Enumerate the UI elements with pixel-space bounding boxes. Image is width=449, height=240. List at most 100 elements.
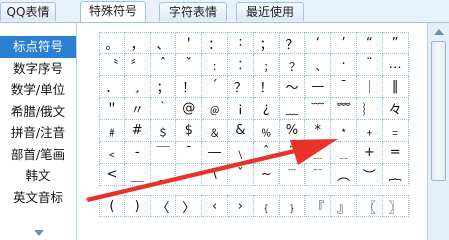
symbol-cell[interactable]: “ [356, 32, 383, 54]
symbol-cell[interactable]: ﹏ [279, 98, 306, 120]
scrollbar-thumb[interactable] [431, 41, 446, 181]
symbol-cell[interactable]: ˜ [279, 142, 306, 164]
symbol-cell[interactable]: 、 [150, 32, 177, 54]
sidebar-item-number-sequence[interactable]: 数字序号 [0, 58, 76, 80]
symbol-cell[interactable]: ¿ [253, 98, 280, 120]
symbol-cell[interactable]: ¨ [356, 54, 383, 76]
symbol-cell[interactable]: ︴ [356, 98, 383, 120]
symbol-cell[interactable]: 〉 [176, 195, 203, 217]
symbol-cell[interactable]: ¡ [227, 98, 254, 120]
symbol-cell[interactable]: < [99, 164, 125, 186]
symbol-cell[interactable]: & [227, 120, 254, 142]
symbol-cell[interactable]: _ [150, 164, 177, 186]
symbol-cell[interactable]: ︷ [382, 164, 409, 186]
symbol-cell[interactable]: ¯ [176, 142, 203, 164]
symbol-cell[interactable]: ︰ [227, 54, 254, 76]
symbol-cell[interactable]: ( [99, 195, 125, 217]
symbol-cell[interactable]: › [227, 195, 254, 217]
symbol-cell[interactable]: ﹖ [279, 54, 306, 76]
symbol-cell[interactable]: ˆ [253, 142, 280, 164]
symbol-cell[interactable]: ＿ [124, 164, 151, 186]
symbol-cell[interactable]: 『 [305, 195, 332, 217]
symbol-cell[interactable]: ‖ [382, 76, 409, 98]
symbol-cell[interactable]: ﹫ [202, 98, 228, 120]
symbol-cell[interactable]: ﹑ [305, 54, 332, 76]
symbol-cell[interactable]: ： [202, 32, 228, 54]
scroll-up-icon[interactable] [431, 27, 446, 37]
symbol-cell[interactable]: ﹛ [253, 195, 280, 217]
symbol-cell[interactable]: ” [382, 32, 409, 54]
symbol-cell[interactable]: ； [150, 76, 177, 98]
symbol-cell[interactable]: ！ [253, 76, 280, 98]
sidebar-item-greek-russian[interactable]: 希腊/俄文 [0, 101, 76, 123]
symbol-cell[interactable]: ‐ [124, 142, 151, 164]
symbol-cell[interactable]: $ [176, 120, 203, 142]
symbol-cell[interactable]: ~ [253, 164, 280, 186]
symbol-cell[interactable]: + [356, 142, 383, 164]
symbol-cell[interactable]: ﹕ [202, 54, 228, 76]
symbol-cell[interactable]: ？ [227, 76, 254, 98]
symbol-cell[interactable]: ˉ [331, 76, 357, 98]
vertical-scrollbar[interactable] [427, 23, 449, 240]
sidebar-item-pinyin-zhuyin[interactable]: 拼音/注音 [0, 122, 76, 144]
symbol-cell[interactable]: 。 [99, 32, 125, 54]
tab-special-symbols[interactable]: 特殊符号 [80, 1, 146, 22]
symbol-cell[interactable]: — [305, 76, 332, 98]
symbol-cell[interactable]: ˇ [176, 54, 203, 76]
symbol-cell[interactable]: ∶ [227, 32, 254, 54]
symbol-cell[interactable]: ｜ [356, 76, 383, 98]
symbol-cell[interactable]: ¸ [124, 76, 151, 98]
symbol-cell[interactable]: % [279, 120, 306, 142]
symbol-cell[interactable]: ﹦ [382, 120, 409, 142]
symbol-cell[interactable]: 〃 [124, 98, 151, 120]
symbol-cell[interactable]: ︵ [331, 164, 357, 186]
symbol-cell[interactable]: 〈 [150, 195, 177, 217]
symbol-cell[interactable]: ˆ [150, 54, 177, 76]
symbol-cell[interactable]: 〝 [99, 54, 125, 76]
symbol-cell[interactable]: ＇ [176, 32, 203, 54]
symbol-cell[interactable]: ＂ [99, 98, 125, 120]
symbol-cell[interactable]: ´ [202, 76, 228, 98]
symbol-cell[interactable]: 〖 [356, 195, 383, 217]
symbol-cell[interactable]: ～ [279, 76, 306, 98]
sidebar-scroll-down-icon[interactable] [34, 230, 44, 236]
symbol-cell[interactable]: ﹎ [331, 142, 357, 164]
symbol-cell[interactable]: 〗 [382, 195, 409, 217]
symbol-cell[interactable]: ﹉ [279, 164, 306, 186]
tab-qq-emoji[interactable]: QQ表情 [0, 2, 56, 21]
symbol-cell[interactable]: · [331, 54, 357, 76]
symbol-cell[interactable]: ’ [331, 32, 357, 54]
symbol-cell[interactable]: ﹊ [305, 164, 332, 186]
symbol-cell[interactable]: ￣ [150, 142, 177, 164]
symbol-cell[interactable]: ﹔ [253, 54, 280, 76]
symbol-cell[interactable]: ﹌ [331, 98, 357, 120]
symbol-cell[interactable]: ﹢ [356, 120, 383, 142]
symbol-cell[interactable]: ﹠ [202, 120, 228, 142]
symbol-cell[interactable]: 々 [382, 98, 409, 120]
symbol-cell[interactable]: ˇ [227, 164, 254, 186]
symbol-cell[interactable]: @ [176, 98, 203, 120]
sidebar-item-punctuation[interactable]: 标点符号 [0, 36, 76, 58]
symbol-cell[interactable]: … [382, 54, 409, 76]
symbol-cell[interactable]: * [305, 120, 332, 142]
symbol-cell[interactable]: ！ [176, 76, 203, 98]
symbol-cell[interactable]: ． [99, 76, 125, 98]
sidebar-item-radicals-strokes[interactable]: 部首/笔画 [0, 144, 76, 166]
symbol-cell[interactable]: 』 [331, 195, 357, 217]
symbol-cell[interactable]: ﹤ [99, 142, 125, 164]
sidebar-item-math-units[interactable]: 数学/单位 [0, 79, 76, 101]
symbol-cell[interactable]: ﹜ [279, 195, 306, 217]
symbol-cell[interactable]: ﹋ [305, 98, 332, 120]
symbol-cell[interactable]: ； [253, 32, 280, 54]
symbol-cell[interactable]: ﹪ [253, 120, 280, 142]
symbol-cell[interactable]: ﹨ [227, 142, 254, 164]
symbol-cell[interactable]: ﹍ [305, 142, 332, 164]
sidebar-item-english-phonetics[interactable]: 英文音标 [0, 187, 76, 209]
symbol-cell[interactable]: ‹ [202, 195, 228, 217]
symbol-cell[interactable]: ｀ [150, 98, 177, 120]
symbol-cell[interactable]: ‘ [305, 32, 332, 54]
symbol-cell[interactable]: \ [202, 164, 228, 186]
tab-character-emoji[interactable]: 字符表情 [159, 2, 227, 21]
tab-recent[interactable]: 最近使用 [236, 2, 304, 21]
symbol-cell[interactable]: - [176, 164, 203, 186]
